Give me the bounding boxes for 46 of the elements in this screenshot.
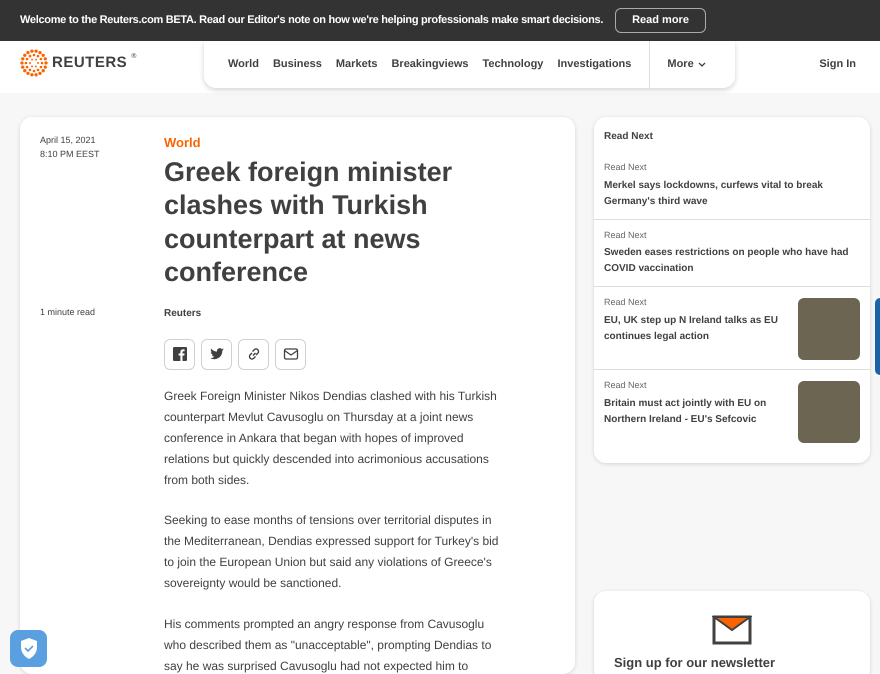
read-next-headline: Sweden eases restrictions on people who have had COVID vaccination (604, 246, 850, 276)
side-tab[interactable] (875, 298, 880, 375)
shield-check-icon (18, 637, 38, 660)
share-button[interactable] (164, 338, 195, 370)
more-menu-button[interactable]: More (667, 56, 706, 73)
newsletter-title: Sign up for our newsletter (614, 655, 776, 670)
logo-text[interactable]: REUTERS (52, 52, 128, 74)
article-time: 8:10 PM EEST (40, 148, 101, 161)
share-button[interactable] (201, 338, 232, 370)
share-button[interactable] (275, 338, 306, 370)
banner-message: Welcome to the Reuters.com BETA. Read our Editor's note on how we're helping professionals make smart decisions. (20, 13, 604, 28)
read-next-headline: Merkel says lockdowns, curfews vital to break Germany's third wave (604, 178, 824, 208)
bird-icon (208, 346, 224, 362)
nav-link[interactable]: Business (272, 56, 322, 73)
read-next-label: Read Next (604, 296, 648, 309)
envelope-icon (712, 615, 752, 645)
read-more-button[interactable]: Read more (615, 8, 706, 33)
chevron-down-icon (698, 62, 706, 68)
read-next-item[interactable]: Read Next Britain must act jointly with EU on Northern Ireland - EU's Sefcovic (594, 370, 870, 453)
privacy-shield-button[interactable] (10, 630, 47, 667)
read-next-label: Read Next (604, 379, 648, 392)
read-next-title: Read Next (603, 130, 654, 144)
nav-link[interactable]: Technology (482, 56, 544, 73)
read-next-headline: EU, UK step up N Ireland talks as EU continues legal action (604, 314, 779, 344)
read-next-label: Read Next (604, 228, 648, 242)
envelope-icon (282, 346, 298, 362)
read-next-item[interactable]: Read Next Merkel says lockdowns, curfews vital to break Germany's third wave (594, 152, 870, 220)
nav-link[interactable]: Markets (336, 56, 378, 73)
article-paragraph: His comments prompted an angry response from Cavusoglu who described them as "unacceptable", prompting Dendias to say he was surprised Cavusoglu had not expected him to (164, 616, 492, 674)
read-next-item[interactable]: Read Next EU, UK step up N Ireland talks as EU continues legal action (594, 287, 870, 370)
nav-link[interactable]: World (228, 56, 259, 73)
facebook-icon (172, 346, 188, 362)
read-next-label: Read Next (604, 161, 648, 174)
byline: Reuters (164, 306, 202, 320)
share-button[interactable] (238, 338, 269, 370)
article-paragraph: Seeking to ease months of tensions over territorial disputes in the Mediterranean, Dendias expressed support for Turkey's bid to join the European Union but said any violations of Greece's sovereignty would be sanctioned. (164, 512, 500, 592)
article-paragraph: Greek Foreign Minister Nikos Dendias clashed with his Turkish counterpart Mevlut Cavusoglu on Thursday at a joint news conference in Ankara that began with hopes of improved relations but quickly descended into acrimonious accusations from both sides. (164, 388, 498, 488)
article-headline: Greek foreign minister clashes with Turkish counterpart at news conference (164, 156, 454, 289)
sign-in-link[interactable]: Sign In (819, 56, 856, 72)
article-date: April 15, 2021 (40, 134, 97, 147)
read-time: 1 minute read (40, 306, 96, 319)
nav-link[interactable]: Investigations (557, 56, 632, 73)
read-next-item[interactable]: Read Next Sweden eases restrictions on people who have had COVID vaccination (594, 220, 870, 287)
read-next-headline: Britain must act jointly with EU on Northern Ireland - EU's Sefcovic (604, 396, 768, 426)
logo-icon (20, 49, 48, 77)
nav-link[interactable]: Breakingviews (391, 56, 469, 73)
